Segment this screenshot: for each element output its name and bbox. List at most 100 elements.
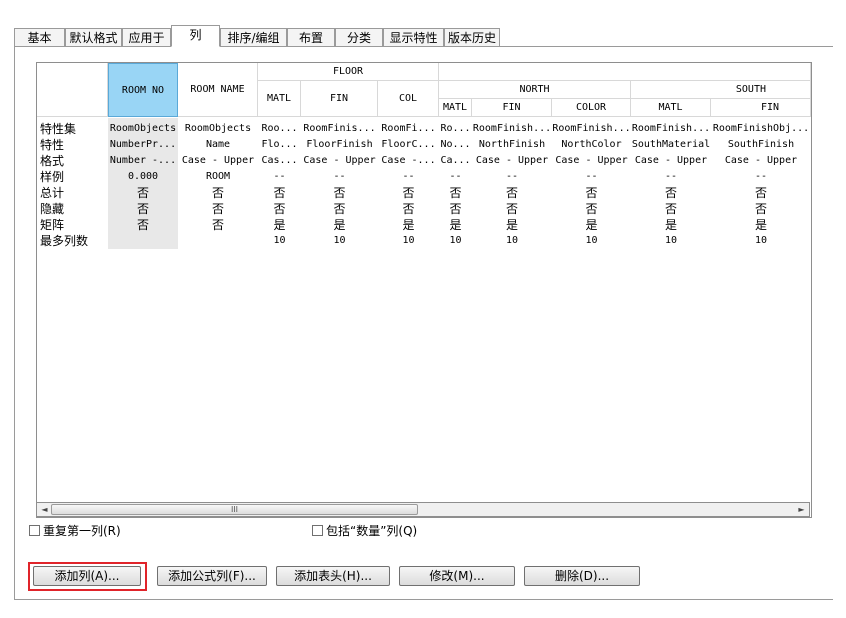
grid-cell[interactable]: RoomFinis... (301, 121, 378, 137)
grid-cell[interactable]: 否 (439, 201, 472, 217)
scroll-left-arrow-icon[interactable]: ◄ (37, 503, 52, 516)
grid-cell[interactable]: -- (711, 169, 811, 185)
grid-cell[interactable]: FloorC... (378, 137, 439, 153)
grid-cell[interactable]: 否 (108, 201, 178, 217)
tab-basic[interactable]: 基本 (14, 28, 65, 46)
header-floor-matl[interactable]: MATL (258, 81, 301, 117)
header-room-name[interactable]: ROOM NAME (178, 63, 258, 117)
grid-cell[interactable]: 10 (472, 233, 552, 249)
horizontal-scrollbar[interactable]: ◄ III ► (36, 502, 810, 517)
grid-cell[interactable]: Case - Upper (711, 153, 811, 169)
grid-cell[interactable]: -- (258, 169, 301, 185)
grid-cell[interactable]: Flo... (258, 137, 301, 153)
grid-cell[interactable]: No... (439, 137, 472, 153)
grid-cell[interactable]: Case - Upper (301, 153, 378, 169)
tab-sorting-grouping[interactable]: 排序/编组 (220, 28, 287, 46)
tab-columns[interactable]: 列 (171, 25, 220, 47)
grid-cell[interactable]: RoomFinish... (631, 121, 711, 137)
grid-cell[interactable]: RoomObjects (108, 121, 178, 137)
tab-layout[interactable]: 布置 (287, 28, 335, 46)
grid-cell[interactable]: -- (378, 169, 439, 185)
header-south-fin[interactable]: FIN (711, 99, 811, 117)
header-north-matl[interactable]: MATL (439, 99, 472, 117)
grid-cell[interactable]: FloorFinish (301, 137, 378, 153)
grid-cell[interactable]: 否 (552, 201, 631, 217)
add-column-button[interactable]: 添加列(A)... (33, 566, 141, 586)
tab-applies-to[interactable]: 应用于 (122, 28, 171, 46)
grid-cell[interactable]: RoomObjects (178, 121, 258, 137)
scroll-thumb[interactable]: III (51, 504, 418, 515)
grid-cell[interactable]: 否 (378, 185, 439, 201)
header-floor[interactable]: FLOOR (258, 63, 439, 81)
grid-cell[interactable]: Case -... (378, 153, 439, 169)
grid-cell[interactable]: 否 (301, 185, 378, 201)
grid-cell[interactable]: Roo... (258, 121, 301, 137)
include-quantity-checkbox[interactable]: 包括“数量”列(Q) (312, 522, 417, 539)
add-formula-column-button[interactable]: 添加公式列(F)... (157, 566, 267, 586)
add-header-button[interactable]: 添加表头(H)... (276, 566, 390, 586)
grid-cell[interactable]: Name (178, 137, 258, 153)
grid-cell[interactable]: -- (472, 169, 552, 185)
grid-cell[interactable]: 否 (552, 185, 631, 201)
grid-cell[interactable]: 10 (711, 233, 811, 249)
grid-cell[interactable]: 否 (472, 185, 552, 201)
checkbox-box[interactable] (29, 525, 40, 536)
grid-cell[interactable]: 是 (439, 217, 472, 233)
grid-cell[interactable]: -- (439, 169, 472, 185)
grid-cell[interactable]: Ca... (439, 153, 472, 169)
grid-cell[interactable]: 否 (631, 201, 711, 217)
header-north[interactable]: NORTH (439, 81, 631, 99)
grid-cell[interactable]: NorthColor (552, 137, 631, 153)
grid-cell[interactable]: 否 (439, 185, 472, 201)
grid-cell[interactable]: 是 (552, 217, 631, 233)
grid-cell[interactable]: Case - Upper (631, 153, 711, 169)
header-room-no[interactable]: ROOM NO (108, 63, 178, 117)
grid-cell[interactable]: 是 (711, 217, 811, 233)
grid-cell[interactable]: 否 (108, 217, 178, 233)
grid-cell[interactable]: 是 (631, 217, 711, 233)
grid-cell[interactable]: Ro... (439, 121, 472, 137)
grid-cell[interactable]: 否 (178, 217, 258, 233)
grid-cell[interactable]: 10 (378, 233, 439, 249)
repeat-first-column-checkbox[interactable]: 重复第一列(R) (29, 522, 121, 539)
grid-cell[interactable]: 否 (472, 201, 552, 217)
grid-cell[interactable]: RoomFi... (378, 121, 439, 137)
grid-cell[interactable]: 是 (472, 217, 552, 233)
grid-cell[interactable]: 否 (178, 185, 258, 201)
grid-cell[interactable]: NumberPr... (108, 137, 178, 153)
delete-button[interactable]: 删除(D)... (524, 566, 640, 586)
grid-cell[interactable]: RoomFinish... (552, 121, 631, 137)
grid-cell[interactable]: 10 (631, 233, 711, 249)
grid-cell[interactable]: Case - Upper (178, 153, 258, 169)
grid-cell[interactable]: 否 (108, 185, 178, 201)
grid-cell[interactable]: NorthFinish (472, 137, 552, 153)
header-north-fin[interactable]: FIN (472, 99, 552, 117)
grid-cell[interactable]: Case - Upper (472, 153, 552, 169)
tab-version-history[interactable]: 版本历史 (444, 28, 500, 46)
grid-cell[interactable]: 是 (378, 217, 439, 233)
checkbox-box[interactable] (312, 525, 323, 536)
grid-cell[interactable]: 是 (258, 217, 301, 233)
modify-button[interactable]: 修改(M)... (399, 566, 515, 586)
header-floor-fin[interactable]: FIN (301, 81, 378, 117)
grid-cell[interactable]: 否 (711, 185, 811, 201)
grid-cell[interactable]: -- (631, 169, 711, 185)
grid-cell[interactable]: ROOM (178, 169, 258, 185)
grid-cell[interactable]: 否 (378, 201, 439, 217)
grid-cell[interactable]: 0.000 (108, 169, 178, 185)
scroll-right-arrow-icon[interactable]: ► (794, 503, 809, 516)
header-north-color[interactable]: COLOR (552, 99, 631, 117)
header-floor-col[interactable]: COL (378, 81, 439, 117)
tab-display-props[interactable]: 显示特性 (383, 28, 444, 46)
grid-cell[interactable]: Case - Upper (552, 153, 631, 169)
grid-cell[interactable] (178, 233, 258, 249)
grid-cell[interactable]: 10 (301, 233, 378, 249)
grid-cell[interactable]: 否 (711, 201, 811, 217)
grid-cell[interactable]: -- (552, 169, 631, 185)
grid-cell[interactable]: RoomFinish... (472, 121, 552, 137)
grid-cell[interactable]: 否 (258, 201, 301, 217)
grid-cell[interactable]: 10 (258, 233, 301, 249)
grid-cell[interactable]: 否 (631, 185, 711, 201)
header-south[interactable]: SOUTH (631, 81, 811, 99)
grid-cell[interactable] (108, 233, 178, 249)
